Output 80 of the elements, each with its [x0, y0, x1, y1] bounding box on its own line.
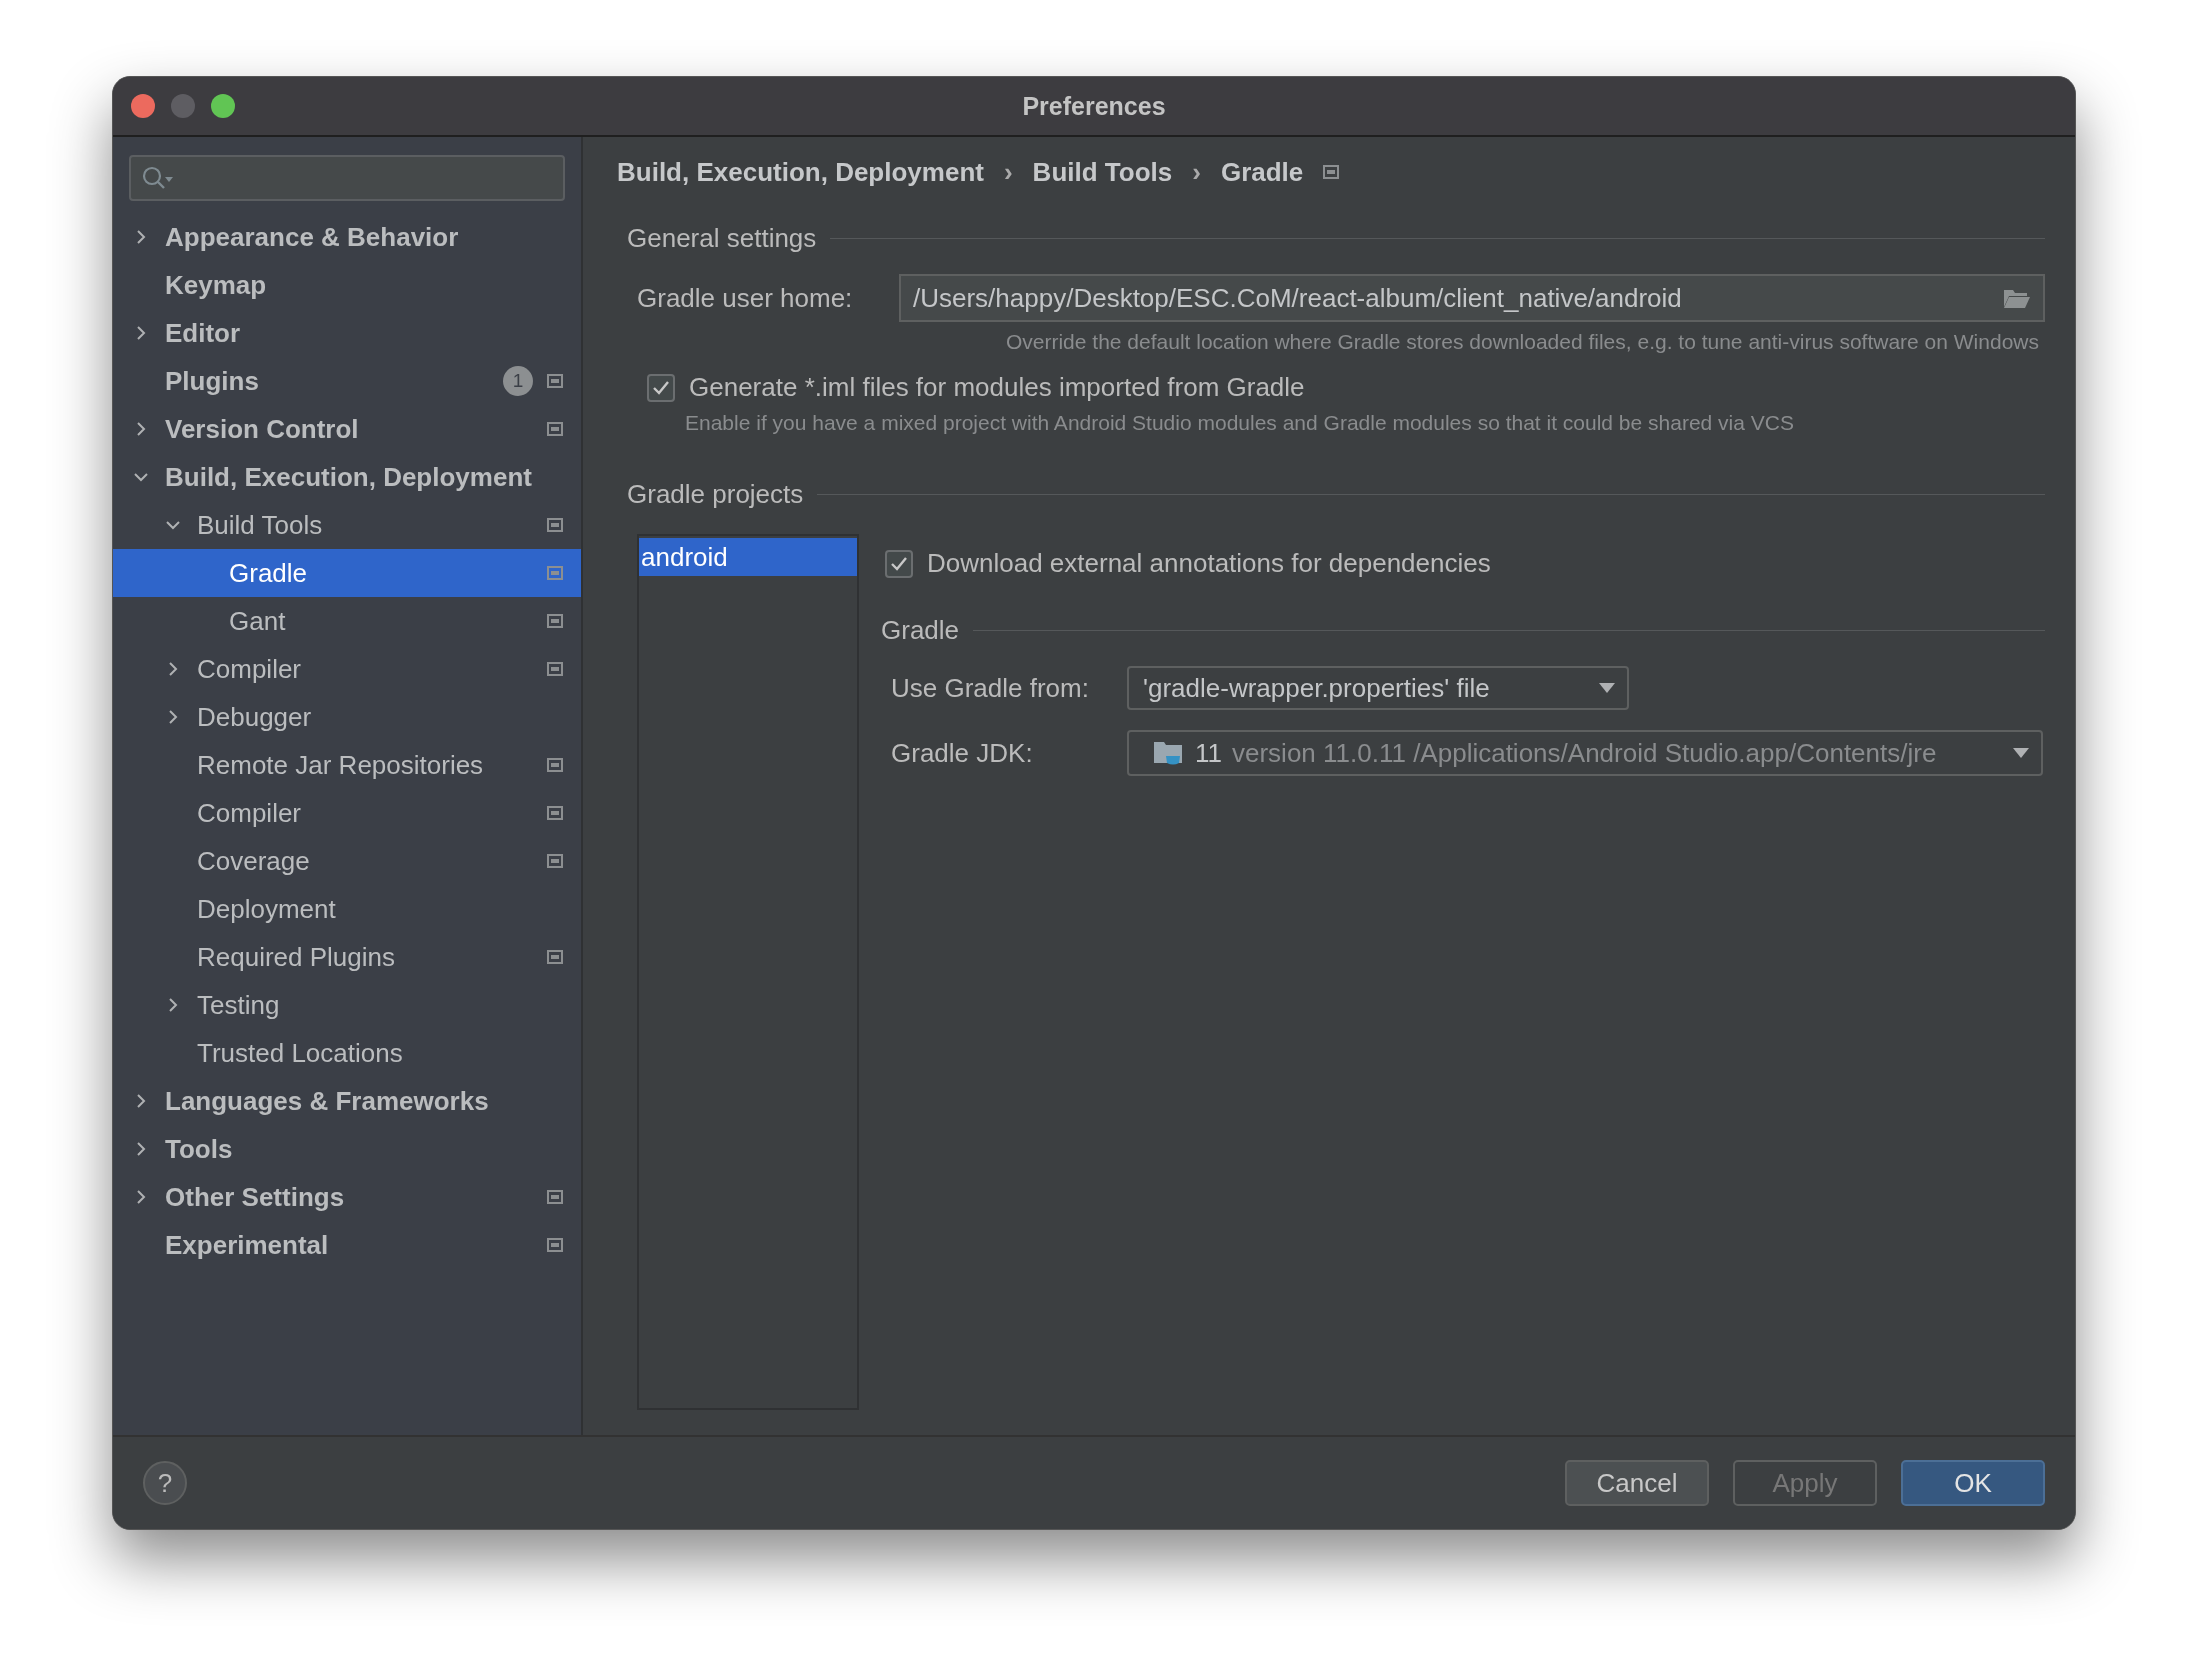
- sidebar-item[interactable]: Gant: [113, 597, 581, 645]
- folder-cup-icon: [1153, 739, 1185, 767]
- project-item[interactable]: android: [639, 538, 857, 576]
- item-label: Testing: [197, 989, 281, 1021]
- sidebar-item[interactable]: Build, Execution, Deployment: [113, 453, 581, 501]
- field-label: Use Gradle from:: [891, 672, 1090, 704]
- sidebar-item[interactable]: Trusted Locations: [113, 1029, 581, 1077]
- item-label: Debugger: [197, 701, 313, 733]
- item-label: Required Plugins: [197, 941, 396, 973]
- checkbox[interactable]: [885, 549, 913, 578]
- hint-text: Override the default location where Gradle stores downloaded files, e.g. to tune anti-virus software on Windows: [1004, 330, 2039, 354]
- checkmark-icon: [652, 379, 670, 396]
- checkbox-label: Generate *.iml files for modules imported from Gradle: [689, 372, 1305, 403]
- section-title: General settings: [627, 223, 817, 254]
- breadcrumb-separator: ›: [1192, 156, 1201, 188]
- item-label: Build, Execution, Deployment: [165, 461, 533, 493]
- sidebar-item[interactable]: Version Control: [113, 405, 581, 453]
- item-label: Appearance & Behavior: [165, 221, 460, 253]
- item-label: Plugins: [165, 365, 260, 397]
- dialog-button[interactable]: OK: [1901, 1460, 2045, 1506]
- sidebar-item[interactable]: Gradle: [113, 549, 581, 597]
- sidebar-item[interactable]: Plugins 1: [113, 357, 581, 405]
- sidebar-item[interactable]: Other Settings: [113, 1173, 581, 1221]
- item-label: Gradle: [229, 557, 309, 589]
- item-label: Deployment: [197, 893, 337, 925]
- breadcrumb-item[interactable]: Build, Execution, Deployment: [617, 156, 984, 188]
- sidebar-item[interactable]: Appearance & Behavior: [113, 213, 581, 261]
- sidebar-item[interactable]: Remote Jar Repositories: [113, 741, 581, 789]
- sidebar-item[interactable]: Tools: [113, 1125, 581, 1173]
- sidebar-item[interactable]: Required Plugins: [113, 933, 581, 981]
- item-label: Remote Jar Repositories: [197, 749, 485, 781]
- field-label: Gradle user home:: [637, 282, 854, 314]
- sidebar-item[interactable]: Build Tools: [113, 501, 581, 549]
- section-title: Gradle projects: [627, 479, 804, 510]
- gradle-home-field[interactable]: /Users/happy/Desktop/ESC.CoM/react-album/client_native/android: [899, 274, 2045, 322]
- item-label: Gant: [229, 605, 287, 637]
- item-label: Trusted Locations: [197, 1037, 404, 1069]
- sidebar-item[interactable]: Deployment: [113, 885, 581, 933]
- close-button[interactable]: [131, 94, 155, 118]
- sidebar-item[interactable]: Keymap: [113, 261, 581, 309]
- checkbox[interactable]: [647, 373, 675, 402]
- dropdown-arrow-icon: [1599, 683, 1615, 693]
- checkbox-label: Download external annotations for dependencies: [927, 548, 1491, 579]
- breadcrumb-item[interactable]: Gradle: [1220, 156, 1304, 188]
- count-badge: 1: [503, 366, 533, 396]
- item-label: Languages & Frameworks: [165, 1085, 490, 1117]
- breadcrumb-separator: ›: [1003, 156, 1013, 188]
- dropdown-arrow-icon: [2013, 748, 2029, 758]
- sidebar-item[interactable]: Compiler: [113, 645, 581, 693]
- sidebar-item[interactable]: Coverage: [113, 837, 581, 885]
- item-label: Editor: [165, 317, 242, 349]
- gradle-jdk-dropdown[interactable]: 11 version 11.0.11 /Applications/Android Studio.app/Contents/jre: [1127, 730, 2043, 776]
- item-label: Keymap: [165, 269, 268, 301]
- sidebar-item[interactable]: Testing: [113, 981, 581, 1029]
- gradle-source-dropdown[interactable]: 'gradle-wrapper.properties' file: [1127, 666, 1629, 710]
- dialog-button[interactable]: Cancel: [1565, 1460, 1709, 1506]
- item-label: Other Settings: [165, 1181, 346, 1213]
- help-button[interactable]: ?: [143, 1461, 187, 1505]
- sidebar-item[interactable]: Editor: [113, 309, 581, 357]
- checkmark-icon: [890, 555, 908, 572]
- item-label: Build Tools: [197, 509, 324, 541]
- folder-icon[interactable]: [2003, 287, 2031, 309]
- search-field[interactable]: [129, 155, 565, 201]
- item-label: Experimental: [165, 1229, 330, 1261]
- item-label: Version Control: [165, 413, 360, 445]
- sidebar-item[interactable]: Debugger: [113, 693, 581, 741]
- item-label: Compiler: [197, 797, 303, 829]
- description-text: Enable if you have a mixed project with Android Studio modules and Gradle modules so that it could be shared via VCS: [685, 411, 1795, 435]
- zoom-button[interactable]: [211, 94, 235, 118]
- field-label: Gradle JDK:: [891, 737, 1034, 769]
- search-icon: [141, 165, 175, 191]
- item-label: Tools: [165, 1133, 234, 1165]
- item-label: Coverage: [197, 845, 311, 877]
- item-label: Compiler: [197, 653, 303, 685]
- section-title: Gradle: [881, 615, 960, 646]
- breadcrumb-item[interactable]: Build Tools: [1032, 156, 1173, 188]
- sidebar-item[interactable]: Experimental: [113, 1221, 581, 1269]
- sidebar-item[interactable]: Compiler: [113, 789, 581, 837]
- sidebar-item[interactable]: Languages & Frameworks: [113, 1077, 581, 1125]
- window-title: Preferences: [1022, 91, 1166, 121]
